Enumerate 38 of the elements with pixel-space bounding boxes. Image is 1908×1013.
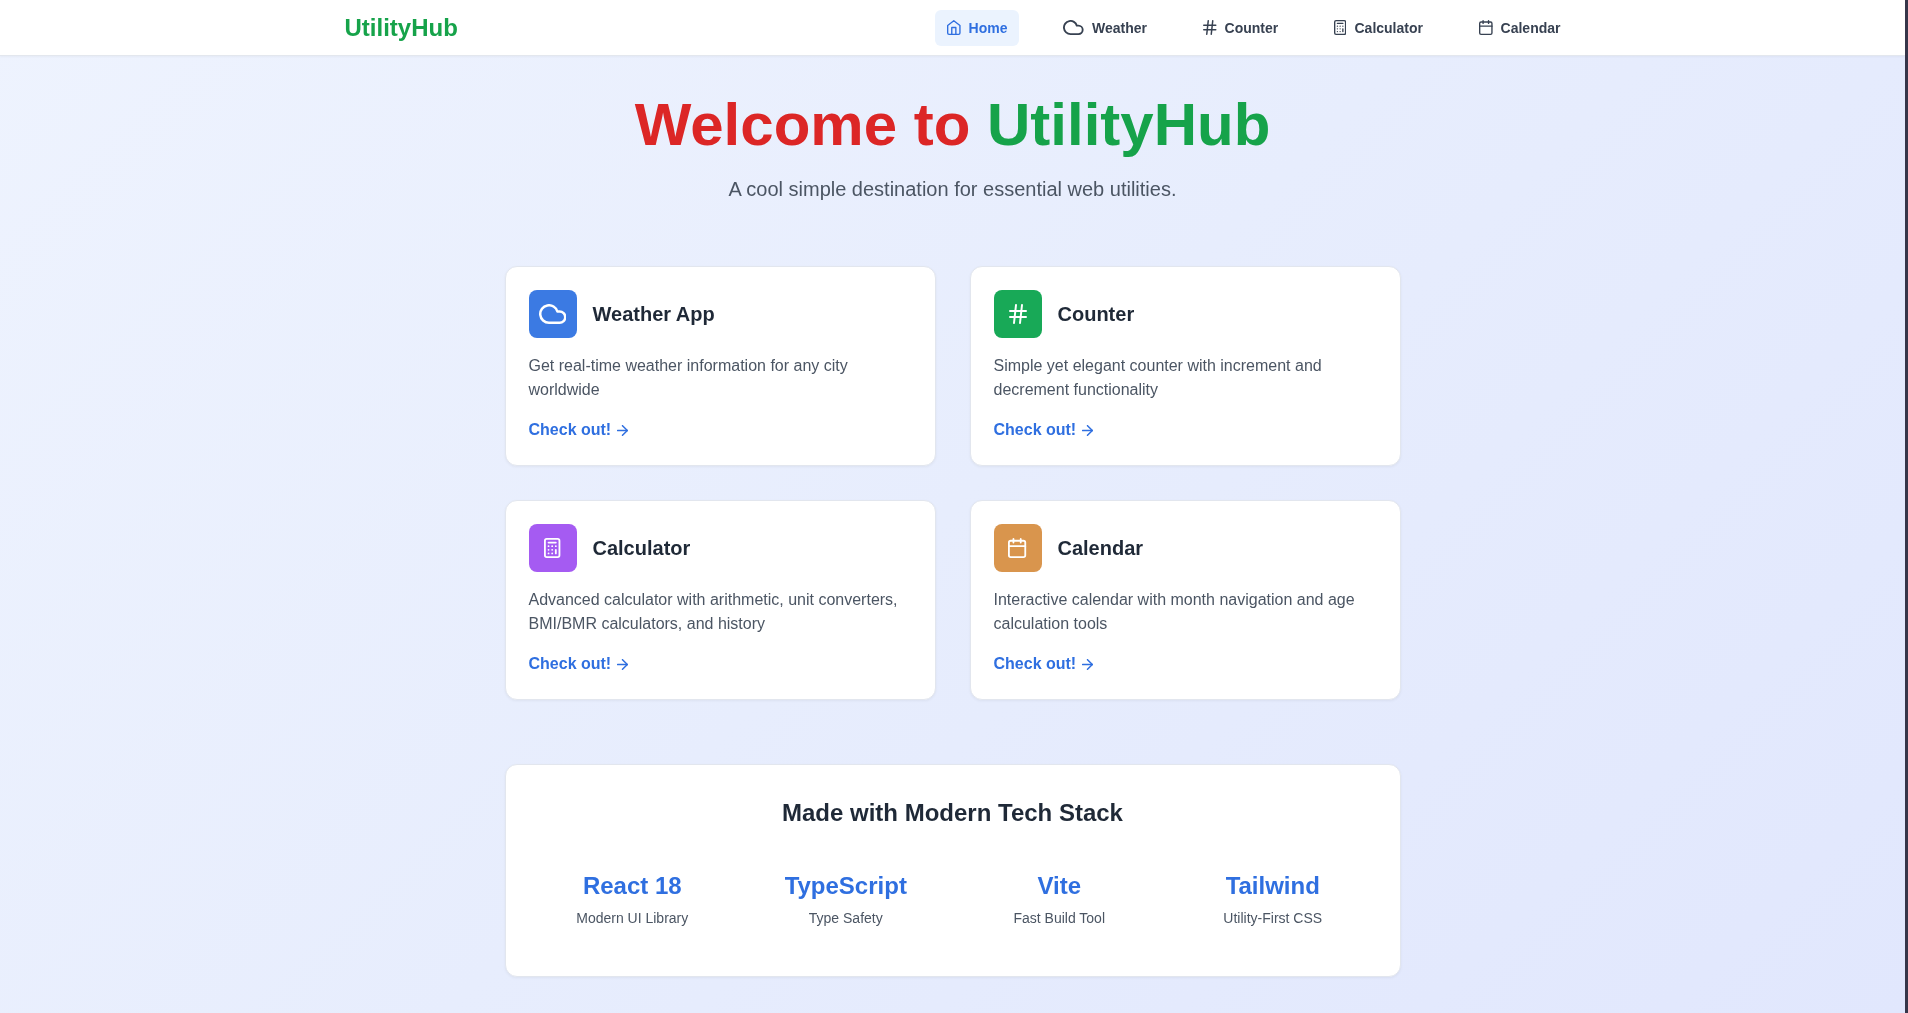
card-title: Calculator (592, 536, 691, 560)
nav-link[interactable]: Counter (1191, 9, 1291, 46)
check-out-link[interactable]: Check out! (528, 652, 629, 676)
card-description: Get real-time weather information for any city worldwide (528, 356, 849, 400)
card-title: Calendar (1057, 536, 1144, 560)
nav-link[interactable]: Weather (1051, 9, 1160, 46)
nav-link[interactable]: Calculator (1322, 9, 1435, 46)
check-out-link[interactable]: Check out! (993, 652, 1094, 676)
tech-description: Type Safety (808, 909, 883, 928)
card-title: Weather App (592, 302, 715, 326)
check-out-link[interactable]: Check out! (528, 418, 629, 442)
calculator-icon (1334, 20, 1347, 35)
logo-link[interactable]: UtilityHub (344, 13, 458, 42)
card-description: Simple yet elegant counter with increment and decrement functionality (993, 356, 1323, 400)
arrow-right-icon (1082, 658, 1094, 670)
arrow-right-icon (617, 658, 629, 670)
tech-stack-title: Made with Modern Tech Stack (781, 798, 1124, 828)
arrow-right-icon (617, 424, 629, 436)
hero-title: Welcome to UtilityHub (633, 92, 1272, 158)
arrow-right-icon (1082, 424, 1094, 436)
calendar-icon (1478, 20, 1493, 35)
tech-name: Tailwind (1225, 871, 1320, 901)
cloud-icon (1063, 20, 1085, 35)
tech-description: Utility-First CSS (1223, 909, 1323, 928)
hash-icon (1203, 20, 1217, 35)
hero-subtitle: A cool simple destination for essential web utilities. (727, 177, 1178, 202)
nav-link[interactable]: Calendar (1466, 9, 1573, 46)
tech-description: Fast Build Tool (1013, 909, 1106, 928)
check-out-link[interactable]: Check out! (993, 418, 1094, 442)
home-icon (946, 20, 961, 35)
tech-name: React 18 (582, 871, 682, 901)
card-description: Interactive calendar with month navigation and age calculation tools (993, 590, 1356, 634)
card-description: Advanced calculator with arithmetic, unit converters, BMI/BMR calculators, and history (528, 590, 899, 634)
tech-name: Vite (1037, 871, 1082, 901)
tech-name: TypeScript (784, 871, 907, 901)
card-title: Counter (1057, 302, 1135, 326)
tech-description: Modern UI Library (576, 909, 689, 928)
nav-link[interactable]: Home (934, 9, 1020, 46)
